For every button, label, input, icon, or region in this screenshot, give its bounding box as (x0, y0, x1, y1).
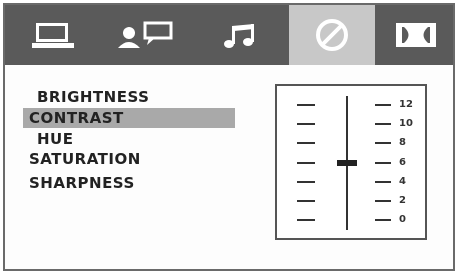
scale-label: 0 (399, 214, 406, 225)
menu-item-sharpness[interactable]: SHARPNESS (29, 173, 135, 193)
left-tick (297, 104, 315, 106)
tab-display[interactable] (15, 5, 93, 65)
menu-item-contrast[interactable]: CONTRAST (23, 108, 235, 128)
right-tick (375, 123, 391, 126)
menu-item-hue[interactable]: HUE (37, 129, 73, 149)
user-chat-icon (118, 21, 173, 48)
left-tick (297, 161, 315, 164)
slider-knob[interactable] (337, 159, 357, 166)
right-tick (375, 180, 391, 183)
right-tick (375, 219, 391, 221)
left-tick (297, 219, 315, 221)
scale-label: 6 (399, 156, 406, 168)
level-slider-panel: 12 10 8 6 4 2 0 (275, 84, 427, 240)
scale-label: 8 (399, 137, 406, 149)
right-tick (375, 104, 391, 106)
right-tick (375, 199, 391, 202)
tab-bar (5, 5, 453, 65)
tab-language[interactable] (103, 5, 191, 65)
right-tick (375, 161, 391, 164)
right-tick (375, 142, 391, 145)
scale-label: 2 (399, 194, 406, 206)
menu-item-brightness[interactable]: BRIGHTNESS (37, 87, 149, 107)
scale-label: 10 (399, 118, 413, 130)
osd-window: BRIGHTNESS CONTRAST HUE SATURATION SHARP… (3, 3, 455, 271)
left-tick (297, 180, 315, 183)
tab-audio[interactable] (201, 5, 279, 65)
tab-dolby[interactable] (383, 5, 449, 65)
tab-video[interactable] (289, 5, 375, 65)
dolby-icon (396, 23, 436, 47)
left-tick (297, 199, 315, 202)
left-tick (297, 142, 315, 145)
menu-item-saturation[interactable]: SATURATION (29, 149, 141, 169)
monitor-icon (32, 23, 74, 48)
scale-label: 12 (399, 99, 413, 110)
music-note-icon (224, 24, 254, 48)
scale-label: 4 (399, 175, 406, 187)
video-circle-icon (316, 19, 348, 51)
left-tick (297, 123, 315, 126)
